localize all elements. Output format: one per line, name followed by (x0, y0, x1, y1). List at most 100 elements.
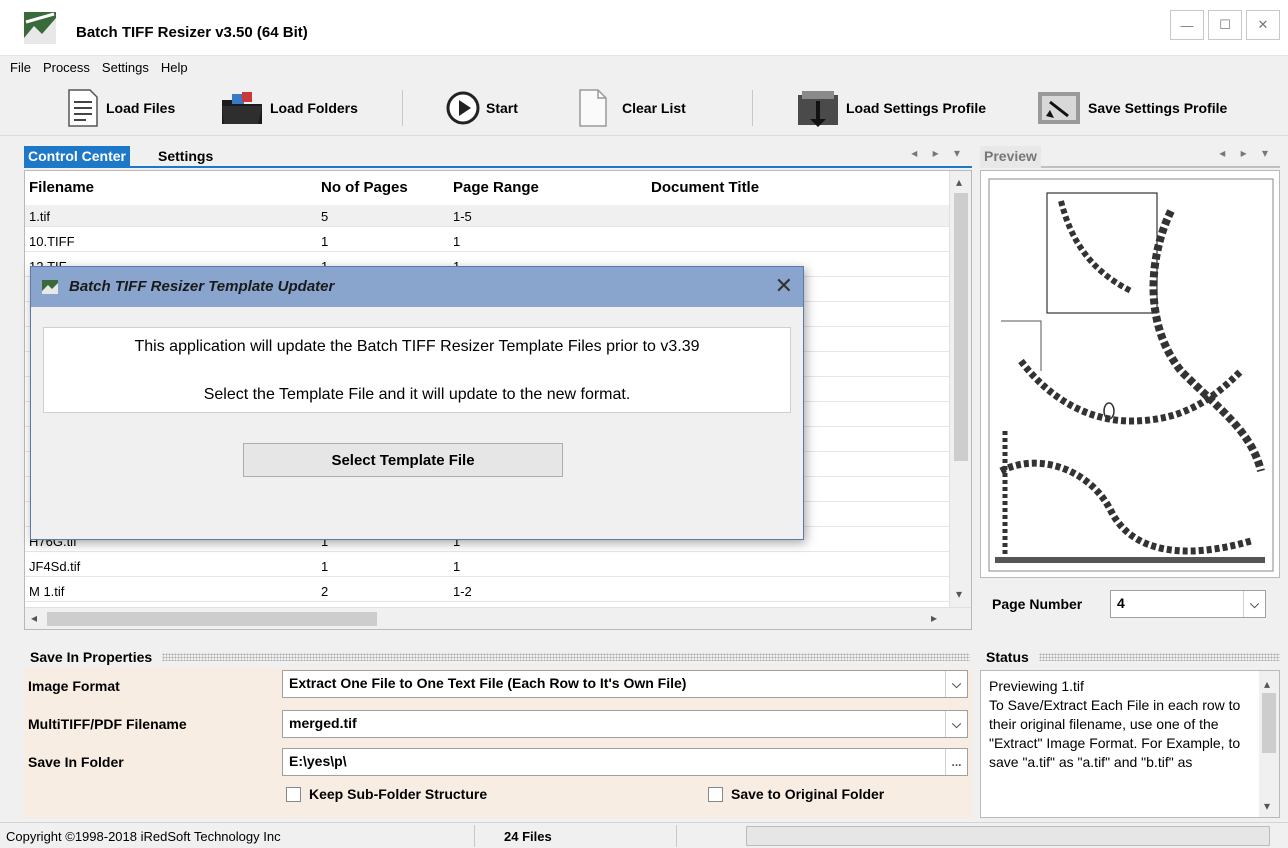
image-format-select[interactable]: Extract One File to One Text File (Each … (282, 670, 968, 698)
save-in-properties-header: Save In Properties (30, 646, 970, 668)
page-range-cell: 1 (453, 559, 461, 574)
page-range-cell: 1 (453, 234, 461, 249)
folder-icon (222, 92, 262, 124)
save-in-folder-input[interactable]: E:\yes\p\ ... (282, 748, 968, 776)
chevron-down-icon[interactable]: ⌵ (1243, 591, 1265, 617)
save-settings-profile-label: Save Settings Profile (1088, 100, 1228, 116)
dialog-message-line1: This application will update the Batch T… (134, 338, 700, 355)
multitiff-filename-value: merged.tif (289, 715, 357, 731)
browse-folder-button[interactable]: ... (945, 749, 967, 775)
table-row[interactable]: 10.TIFF 1 1 (25, 230, 949, 252)
keep-subfolder-checkbox[interactable]: Keep Sub-Folder Structure (286, 786, 487, 802)
dialog-message-line2: Select the Template File and it will upd… (203, 386, 631, 403)
preview-tabs: Preview ◂ ▸ ▾ (980, 144, 1280, 168)
save-original-folder-checkbox[interactable]: Save to Original Folder (708, 786, 884, 802)
save-settings-profile-button[interactable]: Save Settings Profile (1036, 80, 1227, 136)
status-header: Status (986, 646, 1280, 668)
pages-cell: 1 (321, 559, 329, 574)
scroll-up-icon[interactable]: ▴ (1264, 675, 1270, 694)
scroll-down-icon[interactable]: ▾ (1264, 797, 1270, 816)
status-title: Status (986, 649, 1029, 665)
statusbar-divider (474, 825, 475, 847)
status-log[interactable]: Previewing 1.tif To Save/Extract Each Fi… (980, 670, 1280, 818)
multitiff-filename-select[interactable]: merged.tif ⌵ (282, 710, 968, 738)
toolbar: Load Files Load Folders Start Clear List (0, 80, 1288, 136)
dialog-title: Batch TIFF Resizer Template Updater (69, 278, 335, 295)
page-number-select[interactable]: 4 ⌵ (1110, 590, 1266, 618)
start-button[interactable]: Start (446, 80, 518, 136)
pages-cell: 1 (321, 234, 329, 249)
clear-list-button[interactable]: Clear List (578, 80, 686, 136)
statusbar-divider (676, 825, 677, 847)
save-in-properties-title: Save In Properties (30, 649, 153, 665)
menu-help[interactable]: Help (155, 56, 194, 80)
grid-horizontal-thumb[interactable] (47, 612, 377, 626)
load-files-label: Load Files (106, 100, 176, 116)
save-profile-icon (1038, 92, 1080, 124)
toolbar-separator (752, 90, 753, 126)
app-icon (24, 12, 56, 44)
load-folders-button[interactable]: Load Folders (220, 80, 358, 136)
start-label: Start (486, 100, 518, 116)
column-no-of-pages[interactable]: No of Pages (321, 179, 408, 196)
scroll-right-icon[interactable]: ▸ (931, 611, 937, 625)
status-scroll-thumb[interactable] (1262, 693, 1276, 753)
column-filename[interactable]: Filename (29, 179, 94, 196)
filename-cell: 10.TIFF (29, 234, 75, 249)
tab-control-center[interactable]: Control Center (24, 146, 130, 168)
save-original-folder-label: Save to Original Folder (731, 786, 885, 802)
tab-settings[interactable]: Settings (154, 146, 217, 168)
save-in-folder-value: E:\yes\p\ (289, 753, 347, 769)
table-row[interactable]: M 1.tif 2 1-2 (25, 580, 949, 602)
save-in-folder-label: Save In Folder (28, 754, 124, 770)
grid-vertical-scrollbar[interactable]: ▴ ▾ (949, 171, 971, 607)
menu-process[interactable]: Process (37, 56, 96, 80)
status-scrollbar[interactable]: ▴ ▾ (1259, 671, 1279, 817)
scroll-up-icon[interactable]: ▴ (956, 175, 962, 189)
maximize-button[interactable]: ☐ (1208, 10, 1242, 40)
dialog-title-bar: Batch TIFF Resizer Template Updater ✕ (31, 267, 803, 307)
tab-nav-arrows[interactable]: ◂ ▸ ▾ (911, 146, 966, 160)
scroll-down-icon[interactable]: ▾ (956, 587, 962, 601)
select-template-file-button[interactable]: Select Template File (243, 443, 563, 477)
checkbox-box[interactable] (286, 786, 301, 802)
copyright-text: Copyright ©1998-2018 iRedSoft Technology… (6, 829, 281, 844)
load-files-button[interactable]: Load Files (66, 80, 175, 136)
page-range-cell: 1-5 (453, 209, 472, 224)
checkbox-box[interactable] (708, 786, 723, 802)
preview-image (988, 178, 1274, 572)
menu-settings[interactable]: Settings (96, 56, 155, 80)
dialog-close-button[interactable]: ✕ (775, 273, 793, 299)
load-profile-icon (798, 91, 838, 127)
progress-bar (746, 826, 1270, 846)
table-row[interactable]: 1.tif 5 1-5 (25, 205, 949, 227)
chevron-down-icon[interactable]: ⌵ (945, 711, 967, 737)
menu-file[interactable]: File (4, 56, 37, 80)
template-updater-dialog: Batch TIFF Resizer Template Updater ✕ Th… (30, 266, 804, 540)
save-in-properties-panel: Image Format Extract One File to One Tex… (24, 668, 972, 818)
minimize-button[interactable]: — (1170, 10, 1204, 40)
preview-nav-arrows[interactable]: ◂ ▸ ▾ (1219, 146, 1274, 160)
app-icon (42, 280, 58, 294)
dialog-message: This application will update the Batch T… (43, 327, 791, 413)
status-bar: Copyright ©1998-2018 iRedSoft Technology… (0, 822, 1288, 848)
load-folders-label: Load Folders (270, 100, 358, 116)
table-row[interactable]: JF4Sd.tif 1 1 (25, 555, 949, 577)
chevron-down-icon[interactable]: ⌵ (945, 671, 967, 697)
grid-vertical-thumb[interactable] (954, 193, 968, 461)
pages-cell: 2 (321, 584, 329, 599)
blank-page-icon (579, 89, 607, 127)
page-number-row: Page Number 4 ⌵ (980, 582, 1280, 626)
control-tabs: Control Center Settings ◂ ▸ ▾ (24, 144, 972, 168)
column-page-range[interactable]: Page Range (453, 179, 539, 196)
image-format-label: Image Format (28, 678, 120, 694)
close-button[interactable]: ✕ (1246, 10, 1280, 40)
section-divider (162, 653, 970, 661)
column-document-title[interactable]: Document Title (651, 179, 759, 196)
grid-horizontal-scrollbar[interactable]: ◂ ▸ (25, 607, 971, 629)
preview-pane (980, 170, 1280, 578)
load-settings-profile-button[interactable]: Load Settings Profile (796, 80, 986, 136)
tab-preview[interactable]: Preview (980, 146, 1041, 168)
play-icon (446, 91, 480, 125)
scroll-left-icon[interactable]: ◂ (31, 611, 37, 625)
